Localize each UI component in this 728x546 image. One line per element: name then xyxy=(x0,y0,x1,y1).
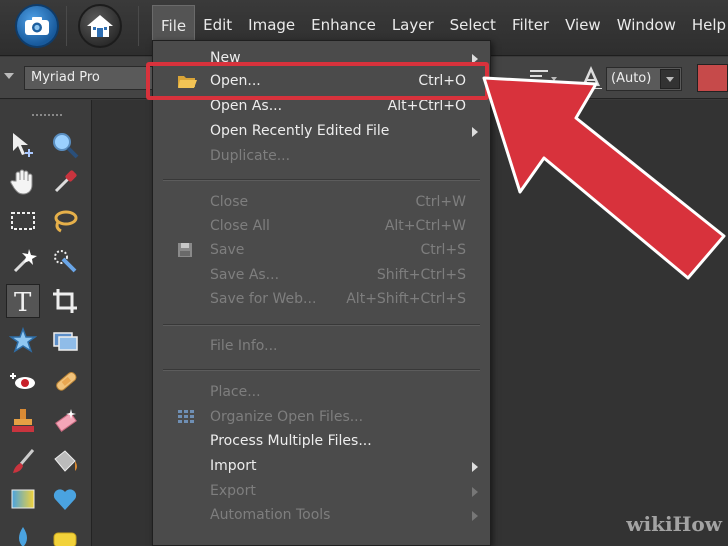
sponge-tool-icon[interactable] xyxy=(48,520,82,546)
menu-layer[interactable]: Layer xyxy=(384,5,442,45)
cookie-cutter-tool-icon[interactable] xyxy=(6,324,40,358)
divider xyxy=(66,6,67,46)
menu-item-label: Organize Open Files... xyxy=(210,409,364,425)
menu-help[interactable]: Help xyxy=(684,5,728,45)
menu-view[interactable]: View xyxy=(557,5,609,45)
move-tool-icon[interactable] xyxy=(6,128,40,162)
menu-item-label: Place... xyxy=(210,384,261,400)
eraser-tool-icon[interactable] xyxy=(48,404,82,438)
pointer-arrow-icon xyxy=(482,76,726,280)
menu-item-label: Open Recently Edited File xyxy=(210,123,390,139)
file-menu-item-automation-tools[interactable]: Automation Tools xyxy=(153,503,490,527)
blur-tool-icon[interactable] xyxy=(6,520,40,546)
file-menu-item-save-for-web[interactable]: Save for Web... Alt+Shift+Ctrl+S xyxy=(153,287,490,311)
file-menu-item-export[interactable]: Export xyxy=(153,479,490,503)
paint-bucket-tool-icon[interactable] xyxy=(48,444,82,478)
toolbox-grip[interactable] xyxy=(32,114,62,118)
zoom-tool-icon[interactable] xyxy=(48,128,82,162)
save-disk-icon xyxy=(177,242,195,258)
submenu-arrow-icon xyxy=(472,487,478,497)
file-menu-item-organize-open-files[interactable]: Organize Open Files... xyxy=(153,405,490,429)
menu-filter[interactable]: Filter xyxy=(504,5,557,45)
gradient-tool-icon[interactable] xyxy=(6,482,40,516)
file-menu-item-open-recently-edited-file[interactable]: Open Recently Edited File xyxy=(153,119,490,143)
file-menu-item-save[interactable]: Save Ctrl+S xyxy=(153,238,490,262)
menu-item-label: Close xyxy=(210,194,249,210)
menu-item-shortcut: Ctrl+S xyxy=(420,242,466,258)
custom-shape-tool-icon[interactable] xyxy=(48,482,82,516)
menu-file[interactable]: File xyxy=(152,5,196,45)
grid-icon xyxy=(177,409,195,425)
menu-item-label: File Info... xyxy=(210,338,278,354)
menu-item-label: Export xyxy=(210,483,256,499)
straighten-tool-icon[interactable] xyxy=(48,324,82,358)
menu-item-shortcut: Ctrl+W xyxy=(415,194,466,210)
home-icon[interactable] xyxy=(78,4,122,48)
divider xyxy=(138,6,139,46)
watermark: wikiHow xyxy=(626,512,722,536)
toolbox: T xyxy=(0,100,92,546)
file-menu-item-process-multiple-files[interactable]: Process Multiple Files... xyxy=(153,429,490,453)
menu-separator xyxy=(163,369,480,371)
menu-separator xyxy=(163,179,480,181)
menu-image[interactable]: Image xyxy=(240,5,303,45)
hand-tool-icon[interactable] xyxy=(6,164,40,198)
submenu-arrow-icon xyxy=(472,462,478,472)
menu-item-shortcut: Alt+Shift+Ctrl+S xyxy=(346,291,466,307)
menu-item-label: Automation Tools xyxy=(210,507,331,523)
camera-icon[interactable] xyxy=(15,4,59,48)
submenu-arrow-icon xyxy=(472,511,478,521)
menu-item-label: Save As... xyxy=(210,267,280,283)
file-menu-item-duplicate[interactable]: Duplicate... xyxy=(153,144,490,168)
open-item-highlight xyxy=(146,62,489,100)
file-menu-item-close-all[interactable]: Close All Alt+Ctrl+W xyxy=(153,214,490,238)
chevron-down-icon[interactable] xyxy=(4,73,14,79)
menu-enhance[interactable]: Enhance xyxy=(303,5,384,45)
menu-item-label: Close All xyxy=(210,218,270,234)
file-menu-item-file-info[interactable]: File Info... xyxy=(153,334,490,358)
menu-item-shortcut: Alt+Ctrl+W xyxy=(384,218,466,234)
menu-window[interactable]: Window xyxy=(609,5,684,45)
type-tool-icon[interactable]: T xyxy=(6,284,40,318)
menu-select[interactable]: Select xyxy=(442,5,504,45)
brush-tool-icon[interactable] xyxy=(6,444,40,478)
menu-item-label: Process Multiple Files... xyxy=(210,433,372,449)
magic-wand-tool-icon[interactable] xyxy=(6,244,40,278)
healing-brush-tool-icon[interactable] xyxy=(48,364,82,398)
menu-item-label: Duplicate... xyxy=(210,148,291,164)
menu-item-shortcut: Shift+Ctrl+S xyxy=(376,267,466,283)
menu-item-label: Save for Web... xyxy=(210,291,317,307)
menu-item-label: Import xyxy=(210,458,257,474)
clone-stamp-tool-icon[interactable] xyxy=(6,404,40,438)
quick-selection-tool-icon[interactable] xyxy=(48,244,82,278)
red-eye-tool-icon[interactable] xyxy=(6,364,40,398)
file-menu-item-import[interactable]: Import xyxy=(153,454,490,478)
menu-edit[interactable]: Edit xyxy=(195,5,240,45)
menu-item-label: Save xyxy=(210,242,245,258)
file-menu-dropdown: New Open... Ctrl+O Open As... Alt+Ctrl+O Open… xyxy=(152,40,491,546)
file-menu-item-save-as[interactable]: Save As... Shift+Ctrl+S xyxy=(153,263,490,287)
file-menu-item-place[interactable]: Place... xyxy=(153,380,490,404)
marquee-tool-icon[interactable] xyxy=(6,204,40,238)
file-menu-item-close[interactable]: Close Ctrl+W xyxy=(153,190,490,214)
font-family-select[interactable]: Myriad Pro xyxy=(24,66,154,90)
menu-separator xyxy=(163,324,480,326)
lasso-tool-icon[interactable] xyxy=(48,204,82,238)
svg-text:T: T xyxy=(14,288,32,315)
eyedropper-tool-icon[interactable] xyxy=(48,164,82,198)
crop-tool-icon[interactable] xyxy=(48,284,82,318)
